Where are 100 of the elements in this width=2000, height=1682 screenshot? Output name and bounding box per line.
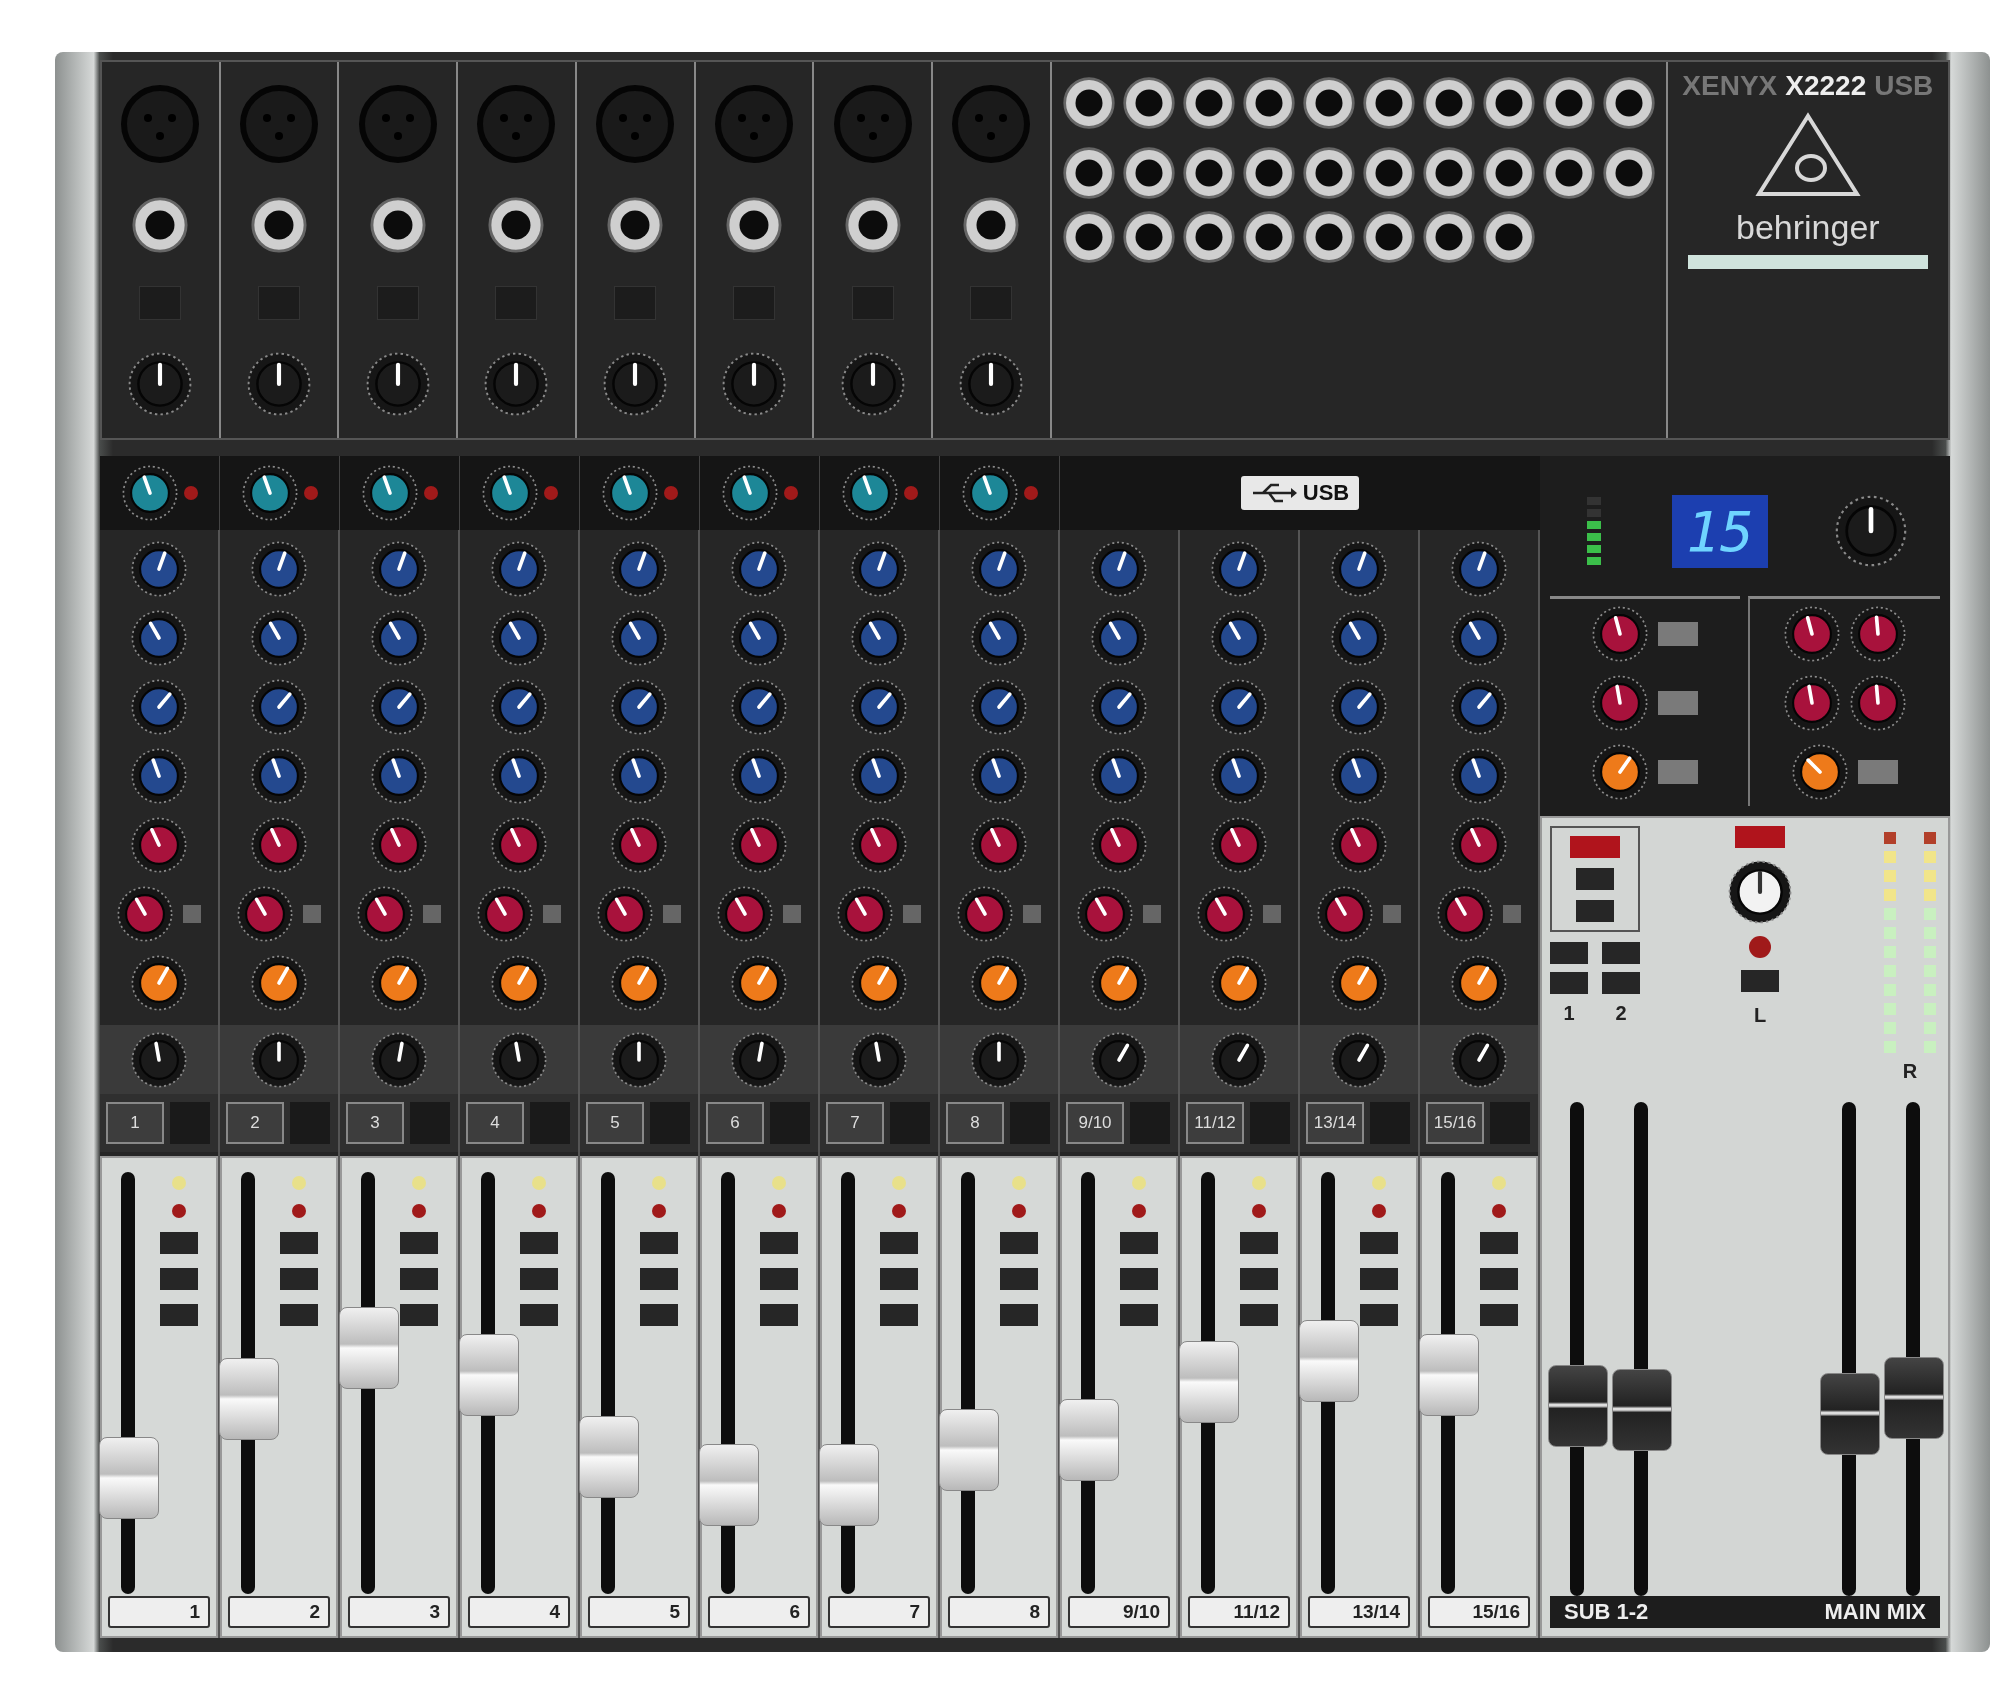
rotary-knob[interactable]: [1211, 540, 1267, 597]
rotary-knob[interactable]: [597, 885, 653, 942]
rotary-knob[interactable]: [717, 885, 773, 942]
rotary-knob[interactable]: [1317, 885, 1373, 942]
rotary-knob[interactable]: [251, 1031, 307, 1088]
rotary-knob[interactable]: [1784, 605, 1840, 662]
push-button[interactable]: [1479, 1232, 1518, 1254]
rotary-knob[interactable]: [731, 816, 787, 873]
rotary-knob[interactable]: [851, 1031, 907, 1088]
mute-button[interactable]: 3: [346, 1102, 404, 1144]
small-button[interactable]: [1383, 904, 1401, 923]
rotary-knob[interactable]: [251, 609, 307, 666]
rotary-knob[interactable]: [371, 540, 427, 597]
mute-button[interactable]: 7: [826, 1102, 884, 1144]
rotary-knob[interactable]: [731, 747, 787, 804]
fader-knob[interactable]: [1820, 1373, 1880, 1456]
push-button[interactable]: [519, 1232, 558, 1254]
rotary-knob[interactable]: [1592, 674, 1648, 731]
mute-button[interactable]: 8: [946, 1102, 1004, 1144]
push-button[interactable]: [519, 1268, 558, 1290]
rotary-knob[interactable]: [603, 352, 668, 416]
rotary-knob[interactable]: [851, 540, 907, 597]
rotary-knob[interactable]: [731, 678, 787, 735]
rotary-knob[interactable]: [371, 609, 427, 666]
rotary-knob[interactable]: [131, 747, 187, 804]
rotary-knob[interactable]: [251, 816, 307, 873]
rotary-knob[interactable]: [491, 609, 547, 666]
fader-knob[interactable]: [1548, 1364, 1608, 1447]
push-button[interactable]: [399, 1268, 438, 1290]
rotary-knob[interactable]: [1451, 747, 1507, 804]
rotary-knob[interactable]: [731, 609, 787, 666]
rotary-knob[interactable]: [131, 678, 187, 735]
rotary-knob[interactable]: [851, 609, 907, 666]
push-button[interactable]: [759, 1304, 798, 1326]
small-button[interactable]: [1263, 904, 1281, 923]
rotary-knob[interactable]: [491, 954, 547, 1011]
rotary-knob[interactable]: [1091, 1031, 1147, 1088]
fader-knob[interactable]: [218, 1358, 279, 1441]
rotary-knob[interactable]: [1451, 954, 1507, 1011]
rotary-knob[interactable]: [1451, 540, 1507, 597]
rotary-knob[interactable]: [371, 1031, 427, 1088]
rotary-knob[interactable]: [247, 352, 312, 416]
mute-button[interactable]: 13/14: [1306, 1102, 1364, 1144]
fader-knob[interactable]: [1884, 1356, 1944, 1439]
small-button[interactable]: [663, 904, 681, 923]
push-button[interactable]: [999, 1304, 1038, 1326]
small-button[interactable]: [1023, 904, 1041, 923]
small-button[interactable]: [1503, 904, 1521, 923]
push-button[interactable]: [639, 1268, 678, 1290]
small-button[interactable]: [783, 904, 801, 923]
push-button[interactable]: [1239, 1304, 1278, 1326]
rotary-knob[interactable]: [971, 747, 1027, 804]
push-button[interactable]: [159, 1304, 198, 1326]
fader-knob[interactable]: [818, 1443, 879, 1526]
rotary-knob[interactable]: [611, 540, 667, 597]
rotary-knob[interactable]: [491, 747, 547, 804]
rotary-knob[interactable]: [241, 465, 298, 521]
rotary-knob[interactable]: [477, 885, 533, 942]
push-button[interactable]: [759, 1268, 798, 1290]
rotary-knob[interactable]: [371, 747, 427, 804]
rotary-knob[interactable]: [1091, 747, 1147, 804]
push-button[interactable]: [879, 1304, 918, 1326]
rotary-knob[interactable]: [731, 540, 787, 597]
rotary-knob[interactable]: [251, 678, 307, 735]
fader-knob[interactable]: [338, 1306, 399, 1389]
rotary-knob[interactable]: [1211, 954, 1267, 1011]
rotary-knob[interactable]: [131, 1031, 187, 1088]
mute-button[interactable]: 6: [706, 1102, 764, 1144]
push-button[interactable]: [159, 1268, 198, 1290]
rotary-knob[interactable]: [851, 816, 907, 873]
rotary-knob[interactable]: [837, 885, 893, 942]
mute-button[interactable]: 1: [106, 1102, 164, 1144]
push-button[interactable]: [279, 1268, 318, 1290]
rotary-knob[interactable]: [971, 816, 1027, 873]
push-button[interactable]: [1239, 1232, 1278, 1254]
rotary-knob[interactable]: [971, 954, 1027, 1011]
rotary-knob[interactable]: [491, 678, 547, 735]
rotary-knob[interactable]: [131, 954, 187, 1011]
push-button[interactable]: [519, 1304, 558, 1326]
rotary-knob[interactable]: [971, 540, 1027, 597]
rotary-knob[interactable]: [1331, 1031, 1387, 1088]
mute-button[interactable]: 5: [586, 1102, 644, 1144]
rotary-knob[interactable]: [121, 465, 178, 521]
rotary-knob[interactable]: [957, 885, 1013, 942]
rotary-knob[interactable]: [1592, 605, 1648, 662]
push-button[interactable]: [999, 1268, 1038, 1290]
fader-knob[interactable]: [458, 1334, 519, 1417]
rotary-knob[interactable]: [484, 352, 549, 416]
rotary-knob[interactable]: [841, 465, 898, 521]
rotary-knob[interactable]: [491, 540, 547, 597]
rotary-knob[interactable]: [1792, 743, 1848, 800]
push-button[interactable]: [1119, 1304, 1158, 1326]
rotary-knob[interactable]: [491, 816, 547, 873]
fader-knob[interactable]: [698, 1443, 759, 1526]
rotary-knob[interactable]: [365, 352, 430, 416]
rotary-knob[interactable]: [731, 1031, 787, 1088]
small-button[interactable]: [303, 904, 321, 923]
push-button[interactable]: [639, 1232, 678, 1254]
push-button[interactable]: [1119, 1268, 1158, 1290]
rotary-knob[interactable]: [840, 352, 905, 416]
